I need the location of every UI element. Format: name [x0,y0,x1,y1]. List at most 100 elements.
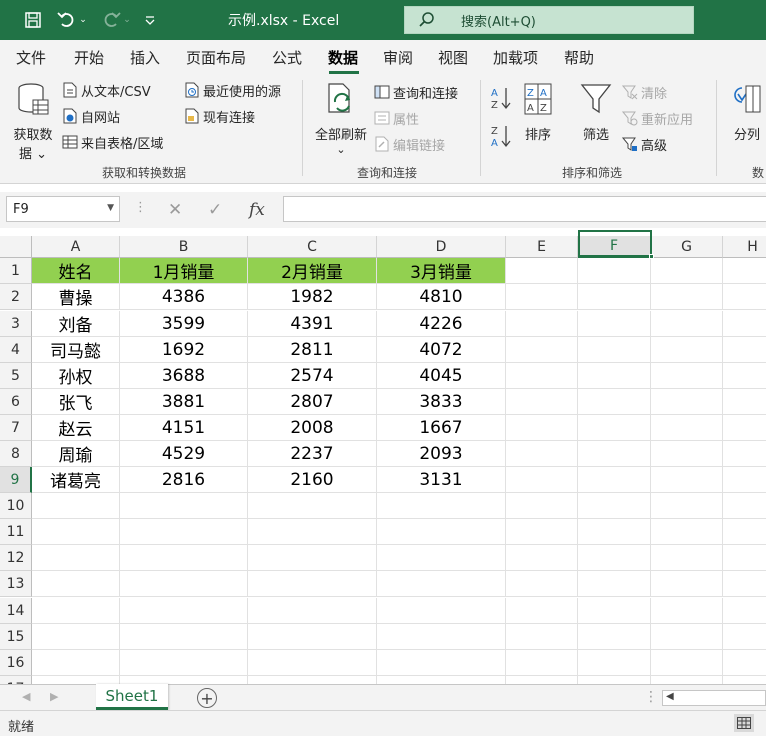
data-cell[interactable]: 张飞 [32,389,120,415]
empty-cell[interactable] [578,624,651,650]
empty-cell[interactable] [723,258,766,284]
save-icon[interactable] [20,8,46,32]
row-header-6[interactable]: 6 [0,389,32,415]
search-box[interactable]: 搜索(Alt+Q) [404,6,694,34]
empty-cell[interactable] [120,624,248,650]
empty-cell[interactable] [578,311,651,337]
empty-cell[interactable] [723,571,766,597]
row-header-13[interactable]: 13 [0,571,32,597]
empty-cell[interactable] [578,284,651,310]
data-cell[interactable]: 2807 [248,389,377,415]
empty-cell[interactable] [651,650,723,676]
empty-cell[interactable] [32,598,120,624]
empty-cell[interactable] [723,676,766,684]
name-box[interactable]: F9 ▼ [6,196,120,222]
data-cell[interactable]: 3131 [377,467,506,493]
empty-cell[interactable] [506,650,578,676]
data-cell[interactable]: 2816 [120,467,248,493]
empty-cell[interactable] [578,676,651,684]
empty-cell[interactable] [578,337,651,363]
empty-cell[interactable] [506,571,578,597]
empty-cell[interactable] [506,493,578,519]
tab-page-layout[interactable]: 页面布局 [186,47,246,68]
empty-cell[interactable] [120,519,248,545]
customize-qat-icon[interactable] [140,8,160,32]
edit-links-button[interactable]: 编辑链接 [374,134,445,154]
tab-file[interactable]: 文件 [16,47,46,68]
row-header-11[interactable]: 11 [0,519,32,545]
empty-cell[interactable] [506,311,578,337]
splitter-handle[interactable]: ⋮ [644,689,658,705]
empty-cell[interactable] [578,650,651,676]
advanced-filter-button[interactable]: 高级 [622,134,667,154]
tab-formulas[interactable]: 公式 [272,47,302,68]
empty-cell[interactable] [723,415,766,441]
cancel-icon[interactable]: ✕ [168,200,182,220]
horizontal-scrollbar[interactable]: ◀ [662,690,766,706]
header-cell[interactable]: 1月销量 [120,258,248,284]
data-cell[interactable]: 4072 [377,337,506,363]
empty-cell[interactable] [248,598,377,624]
empty-cell[interactable] [248,650,377,676]
sheet-tab-sheet1[interactable]: Sheet1 [96,684,168,710]
header-cell[interactable]: 姓名 [32,258,120,284]
empty-cell[interactable] [32,650,120,676]
column-header-h[interactable]: H [723,236,766,258]
empty-cell[interactable] [578,493,651,519]
data-cell[interactable]: 曹操 [32,284,120,310]
row-header-2[interactable]: 2 [0,284,32,310]
tab-view[interactable]: 视图 [438,47,468,68]
row-header-9[interactable]: 9 [0,467,32,493]
empty-cell[interactable] [723,284,766,310]
undo-icon[interactable]: ⌄ [54,8,90,32]
header-cell[interactable]: 2月销量 [248,258,377,284]
sort-ascending-button[interactable]: AZ [490,86,514,114]
empty-cell[interactable] [578,571,651,597]
text-to-columns-button[interactable]: 分列 [728,82,766,143]
fill-handle[interactable] [649,254,654,259]
from-web-button[interactable]: 自网站 [62,106,120,126]
empty-cell[interactable] [651,337,723,363]
add-sheet-icon[interactable]: + [197,688,217,708]
data-cell[interactable]: 2237 [248,441,377,467]
empty-cell[interactable] [248,545,377,571]
empty-cell[interactable] [723,519,766,545]
row-header-16[interactable]: 16 [0,650,32,676]
empty-cell[interactable] [377,519,506,545]
empty-cell[interactable] [651,624,723,650]
empty-cell[interactable] [248,519,377,545]
empty-cell[interactable] [651,519,723,545]
empty-cell[interactable] [651,598,723,624]
data-cell[interactable]: 1692 [120,337,248,363]
empty-cell[interactable] [32,676,120,684]
empty-cell[interactable] [578,363,651,389]
row-header-15[interactable]: 15 [0,624,32,650]
tab-help[interactable]: 帮助 [564,47,594,68]
empty-cell[interactable] [506,415,578,441]
empty-cell[interactable] [651,571,723,597]
empty-cell[interactable] [506,545,578,571]
empty-cell[interactable] [651,258,723,284]
empty-cell[interactable] [578,598,651,624]
data-cell[interactable]: 4391 [248,311,377,337]
empty-cell[interactable] [651,415,723,441]
empty-cell[interactable] [723,467,766,493]
empty-cell[interactable] [506,519,578,545]
data-cell[interactable]: 诸葛亮 [32,467,120,493]
empty-cell[interactable] [723,493,766,519]
empty-cell[interactable] [32,493,120,519]
empty-cell[interactable] [651,389,723,415]
empty-cell[interactable] [506,389,578,415]
empty-cell[interactable] [120,545,248,571]
tab-home[interactable]: 开始 [74,47,104,68]
row-header-7[interactable]: 7 [0,415,32,441]
sort-button[interactable]: ZAAZ 排序 [518,82,558,143]
empty-cell[interactable] [651,545,723,571]
data-cell[interactable]: 司马懿 [32,337,120,363]
empty-cell[interactable] [120,650,248,676]
scroll-left-arrow-icon[interactable]: ◀ [666,691,674,702]
empty-cell[interactable] [651,363,723,389]
from-table-button[interactable]: 来自表格/区域 [62,132,163,152]
properties-button[interactable]: 属性 [374,108,419,128]
insert-function-icon[interactable]: fx [249,200,265,220]
